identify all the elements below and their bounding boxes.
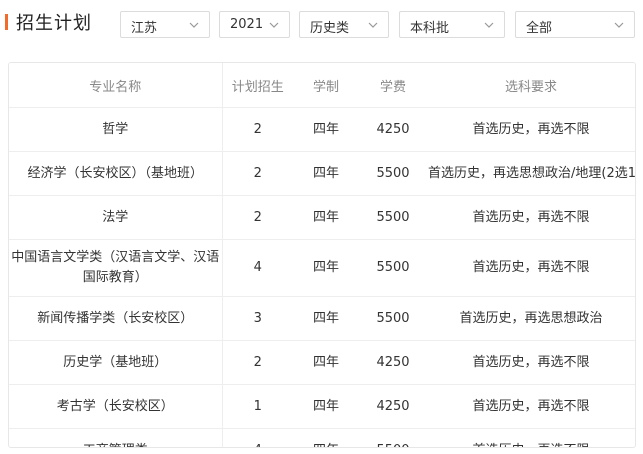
scope-select-value: 全部	[526, 21, 553, 36]
plan-count: 2	[222, 340, 293, 385]
table-row: 新闻传播学类（长安校区） 3 四年 5500 首选历史，再选思想政治	[9, 296, 635, 341]
major-name: 法学	[9, 195, 223, 240]
table-row: 经济学（长安校区）（基地班） 2 四年 5500 首选历史，再选思想政治/地理(…	[9, 151, 635, 196]
tuition-fee: 5500	[359, 239, 427, 297]
duration: 四年	[293, 151, 359, 196]
chevron-down-icon	[614, 22, 624, 28]
chevron-down-icon	[269, 22, 279, 28]
enrollment-plan-table: 专业名称 计划招生 学制 学费 选科要求 哲学 2 四年 4250 首选历史，再…	[8, 62, 636, 448]
plan-count: 3	[222, 296, 293, 341]
tuition-fee: 5500	[359, 195, 427, 240]
page-header: 招生计划 江苏 2021 历史类 本科批 全部	[0, 0, 643, 50]
table-row: 中国语言文学类（汉语言文学、汉语国际教育） 4 四年 5500 首选历史，再选不…	[9, 239, 635, 297]
major-name: 哲学	[9, 107, 223, 152]
subject-requirement: 首选历史，再选不限	[427, 428, 635, 447]
tuition-fee: 5500	[359, 151, 427, 196]
province-select[interactable]: 江苏	[120, 11, 210, 38]
subject-select-value: 历史类	[310, 21, 350, 36]
table-row: 哲学 2 四年 4250 首选历史，再选不限	[9, 107, 635, 152]
column-header-fee: 学费	[359, 63, 427, 108]
column-header-duration: 学制	[293, 63, 359, 108]
plan-count: 2	[222, 151, 293, 196]
table-row: 历史学（基地班） 2 四年 4250 首选历史，再选不限	[9, 340, 635, 385]
subject-requirement: 首选历史，再选不限	[427, 384, 635, 429]
tuition-fee: 5500	[359, 296, 427, 341]
plan-count: 4	[222, 428, 293, 447]
duration: 四年	[293, 340, 359, 385]
tuition-fee: 4250	[359, 340, 427, 385]
subject-requirement: 首选历史，再选思想政治	[427, 296, 635, 341]
duration: 四年	[293, 107, 359, 152]
column-header-major: 专业名称	[9, 63, 223, 108]
subject-requirement: 首选历史，再选不限	[427, 340, 635, 385]
subject-requirement: 首选历史，再选不限	[427, 195, 635, 240]
batch-select[interactable]: 本科批	[399, 11, 505, 38]
major-name: 工商管理类	[9, 428, 223, 447]
year-select-value: 2021	[230, 17, 264, 32]
tuition-fee: 4250	[359, 384, 427, 429]
subject-requirement: 首选历史，再选不限	[427, 107, 635, 152]
major-name: 新闻传播学类（长安校区）	[9, 296, 223, 341]
tuition-fee: 4250	[359, 107, 427, 152]
duration: 四年	[293, 296, 359, 341]
table-row: 工商管理类 4 四年 5500 首选历史，再选不限	[9, 428, 635, 447]
subject-requirement: 首选历史，再选不限	[427, 239, 635, 297]
plan-count: 1	[222, 384, 293, 429]
duration: 四年	[293, 239, 359, 297]
scope-select[interactable]: 全部	[515, 11, 635, 38]
column-header-requirement: 选科要求	[427, 63, 635, 108]
year-select[interactable]: 2021	[219, 11, 290, 38]
tuition-fee: 5500	[359, 428, 427, 447]
table-row: 法学 2 四年 5500 首选历史，再选不限	[9, 195, 635, 240]
chevron-down-icon	[368, 22, 378, 28]
province-select-value: 江苏	[131, 21, 158, 36]
duration: 四年	[293, 384, 359, 429]
table-header-row: 专业名称 计划招生 学制 学费 选科要求	[9, 63, 635, 108]
plan-count: 2	[222, 107, 293, 152]
major-name: 历史学（基地班）	[9, 340, 223, 385]
plan-count: 4	[222, 239, 293, 297]
plan-count: 2	[222, 195, 293, 240]
duration: 四年	[293, 428, 359, 447]
major-name: 中国语言文学类（汉语言文学、汉语国际教育）	[9, 239, 223, 297]
batch-select-value: 本科批	[410, 21, 450, 36]
title-accent-bar	[5, 14, 8, 30]
duration: 四年	[293, 195, 359, 240]
major-name: 考古学（长安校区）	[9, 384, 223, 429]
table-row: 考古学（长安校区） 1 四年 4250 首选历史，再选不限	[9, 384, 635, 429]
page-title: 招生计划	[16, 13, 92, 34]
chevron-down-icon	[484, 22, 494, 28]
major-name: 经济学（长安校区）（基地班）	[9, 151, 223, 196]
column-header-plan: 计划招生	[222, 63, 293, 108]
subject-requirement: 首选历史，再选思想政治/地理(2选1)	[427, 151, 635, 196]
chevron-down-icon	[189, 22, 199, 28]
subject-select[interactable]: 历史类	[299, 11, 389, 38]
